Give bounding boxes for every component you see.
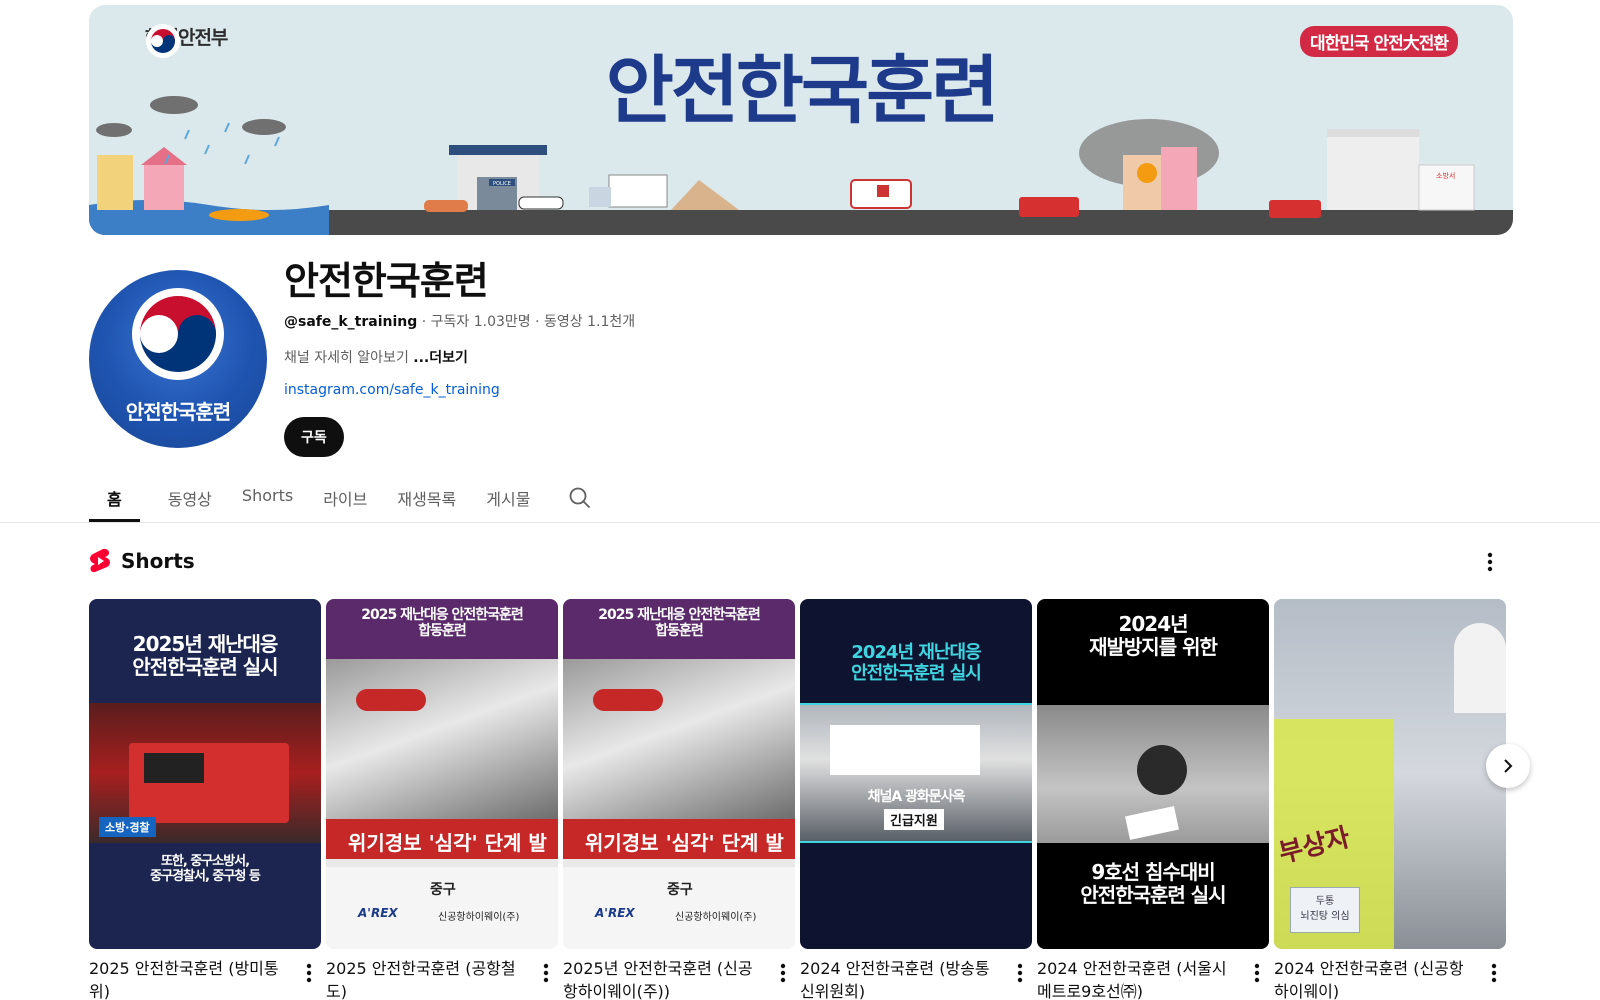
more-vert-icon <box>1254 963 1260 983</box>
thumb-tag: 소방·경찰 <box>99 817 156 837</box>
short-title[interactable]: 2025 안전한국훈련 (방미통위) <box>89 957 289 1000</box>
channel-meta: @safe_k_training · 구독자 1.03만명 · 동영상 1.1천… <box>284 311 635 331</box>
short-title[interactable]: 2025년 안전한국훈련 (신공항하이웨이(주)) <box>563 957 763 1000</box>
short-thumbnail[interactable]: 2024년 재난대응 안전한국훈련 실시 채널A 광화문사옥 긴급지원 <box>800 599 1032 949</box>
tab-posts[interactable]: 게시물 <box>472 478 544 522</box>
subscribe-button[interactable]: 구독 <box>284 417 344 457</box>
more-vert-icon <box>1487 552 1493 572</box>
thumb-logo-highway: 신공항하이웨이(주) <box>438 912 520 923</box>
short-title[interactable]: 2024 안전한국훈련 (신공항하이웨이) <box>1274 957 1474 1000</box>
short-menu-button[interactable] <box>771 961 795 985</box>
thumb-photo-car <box>326 659 558 819</box>
thumb-logo-junggu: 중구 <box>430 882 456 898</box>
short-menu-button[interactable] <box>1008 961 1032 985</box>
thumb-photo-car <box>563 659 795 819</box>
short-title[interactable]: 2024 안전한국훈련 (서울시메트로9호선㈜) <box>1037 957 1237 1000</box>
external-link[interactable]: instagram.com/safe_k_training <box>284 382 500 398</box>
short-thumbnail[interactable]: 부상자 두통 뇌진탕 의심 <box>1274 599 1506 949</box>
thumb-subtext: 또한, 중구소방서, 중구경찰서, 중구청 등 <box>150 854 261 884</box>
shelf-title: Shorts <box>121 549 195 573</box>
short-card[interactable]: 2025 재난대응 안전한국훈련 합동훈련 위기경보 '심각' 단계 발 중구 … <box>326 599 558 1000</box>
thumb-heading: 2025 재난대응 안전한국훈련 합동훈련 <box>361 607 524 640</box>
short-card[interactable]: 2024년 재발방지를 위한 9호선 침수대비 안전한국훈련 실시 2024 안… <box>1037 599 1269 1000</box>
short-card[interactable]: 2025 재난대응 안전한국훈련 합동훈련 위기경보 '심각' 단계 발 중구 … <box>563 599 795 1000</box>
short-menu-button[interactable] <box>534 961 558 985</box>
more-vert-icon <box>543 963 549 983</box>
channel-description[interactable]: 채널 자세히 알아보기 ...더보기 <box>284 347 468 367</box>
channel-search-button[interactable] <box>560 478 600 518</box>
shorts-shelf-header: Shorts <box>89 548 195 574</box>
thumb-heading: 2024년 재난대응 안전한국훈련 실시 <box>851 642 982 684</box>
police-sign: POLICE <box>493 181 511 187</box>
thumb-heading: 2025년 재난대응 안전한국훈련 실시 <box>132 632 278 679</box>
subscriber-count: 구독자 1.03만명 <box>430 314 531 330</box>
thumb-caption-2: 긴급지원 <box>884 809 944 830</box>
short-card[interactable]: 2024년 재난대응 안전한국훈련 실시 채널A 광화문사옥 긴급지원 2024… <box>800 599 1032 1000</box>
banner-title: 안전한국훈련 <box>605 48 999 134</box>
short-title[interactable]: 2024 안전한국훈련 (방송통신위원회) <box>800 957 1000 1000</box>
description-text: 채널 자세히 알아보기 <box>284 350 409 366</box>
fire-station-sign: 소방서 <box>1436 171 1455 180</box>
thumb-alert: 위기경보 '심각' 단계 발 <box>585 831 784 855</box>
thumb-logo-junggu: 중구 <box>667 882 693 898</box>
tabs-divider <box>0 522 1600 523</box>
more-vert-icon <box>1017 963 1023 983</box>
thumb-logo-arex: A'REX <box>595 906 635 920</box>
thumb-heading: 2025 재난대응 안전한국훈련 합동훈련 <box>598 607 761 640</box>
avatar-label: 안전한국훈련 <box>125 400 231 424</box>
thumb-caption: 채널A 광화문사옥 <box>867 789 966 805</box>
more-vert-icon <box>306 963 312 983</box>
channel-name: 안전한국훈련 <box>284 259 489 303</box>
channel-tabs: 홈 동영상 Shorts 라이브 재생목록 게시물 <box>89 478 600 522</box>
channel-handle: @safe_k_training <box>284 314 418 330</box>
more-vert-icon <box>1491 963 1497 983</box>
more-link[interactable]: ...더보기 <box>413 350 468 366</box>
shorts-shelf: 2025년 재난대응 안전한국훈련 실시 소방·경찰 또한, 중구소방서, 중구… <box>89 599 1509 1000</box>
thumb-photo-cpr <box>1037 705 1269 843</box>
chevron-right-icon <box>1504 759 1513 773</box>
thumb-subtext: 9호선 침수대비 안전한국훈련 실시 <box>1080 860 1226 907</box>
search-icon <box>570 487 591 508</box>
shelf-next-button[interactable] <box>1486 744 1530 788</box>
short-card[interactable]: 2025년 재난대응 안전한국훈련 실시 소방·경찰 또한, 중구소방서, 중구… <box>89 599 321 1000</box>
thumb-helmet <box>1454 623 1506 713</box>
tab-playlists[interactable]: 재생목록 <box>383 478 470 522</box>
thumb-logo-highway: 신공항하이웨이(주) <box>675 912 757 923</box>
tab-shorts[interactable]: Shorts <box>228 478 307 522</box>
short-thumbnail[interactable]: 2025년 재난대응 안전한국훈련 실시 소방·경찰 또한, 중구소방서, 중구… <box>89 599 321 949</box>
short-menu-button[interactable] <box>1482 961 1506 985</box>
shelf-more-button[interactable] <box>1474 548 1506 576</box>
video-count: 동영상 1.1천개 <box>544 314 636 330</box>
short-thumbnail[interactable]: 2024년 재발방지를 위한 9호선 침수대비 안전한국훈련 실시 <box>1037 599 1269 949</box>
short-title[interactable]: 2025 안전한국훈련 (공항철도) <box>326 957 526 1000</box>
channel-avatar[interactable]: 안전한국훈련 <box>89 270 267 448</box>
thumb-tag-note: 두통 뇌진탕 의심 <box>1290 887 1360 933</box>
short-card[interactable]: 부상자 두통 뇌진탕 의심 2024 안전한국훈련 (신공항하이웨이) <box>1274 599 1506 1000</box>
short-menu-button[interactable] <box>1245 961 1269 985</box>
channel-banner: POLICE 소방서 행정안전부 안전한국훈련 대한민국 안전大전환 <box>89 5 1513 235</box>
banner-badge: 대한민국 안전大전환 <box>1299 26 1458 57</box>
meta-separator: · <box>417 314 431 330</box>
tab-live[interactable]: 라이브 <box>309 478 381 522</box>
short-thumbnail[interactable]: 2025 재난대응 안전한국훈련 합동훈련 위기경보 '심각' 단계 발 중구 … <box>563 599 795 949</box>
tab-home[interactable]: 홈 <box>89 478 140 522</box>
short-thumbnail[interactable]: 2025 재난대응 안전한국훈련 합동훈련 위기경보 '심각' 단계 발 중구 … <box>326 599 558 949</box>
short-menu-button[interactable] <box>297 961 321 985</box>
more-vert-icon <box>780 963 786 983</box>
meta-separator: · <box>530 314 545 330</box>
thumb-alert: 위기경보 '심각' 단계 발 <box>348 831 547 855</box>
thumb-logo-arex: A'REX <box>358 906 398 920</box>
shorts-logo-icon <box>90 548 110 573</box>
tab-videos[interactable]: 동영상 <box>154 478 226 522</box>
thumb-heading: 2024년 재발방지를 위한 <box>1089 612 1218 659</box>
